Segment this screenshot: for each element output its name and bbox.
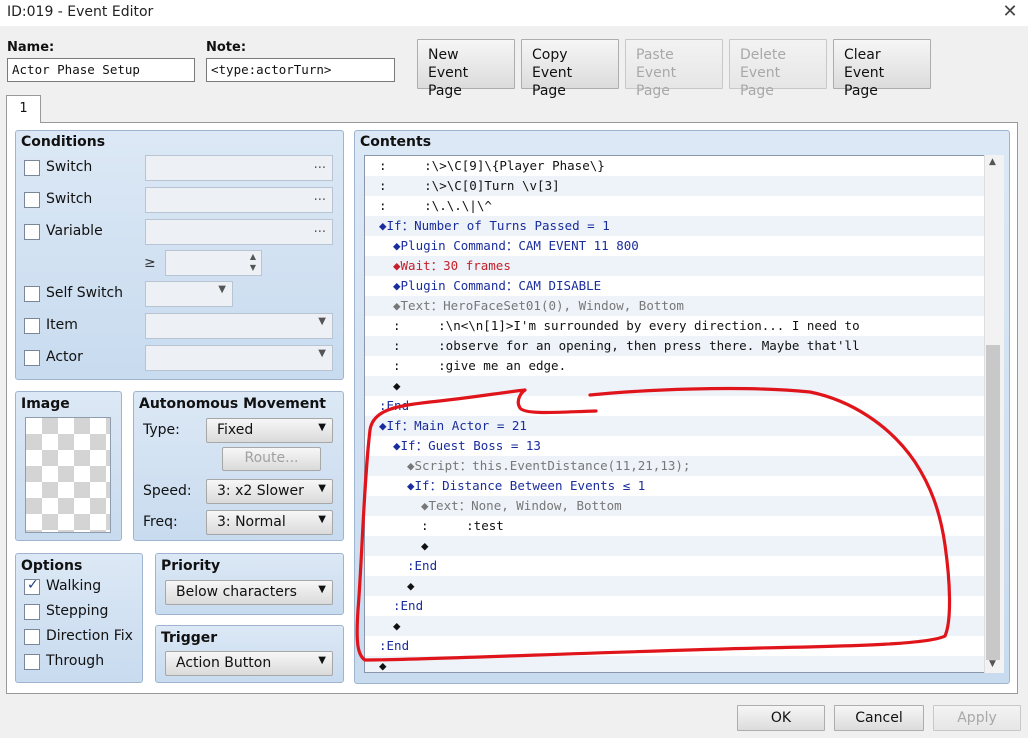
ok-button[interactable]: OK <box>737 705 825 731</box>
apply-button[interactable]: Apply <box>933 705 1021 731</box>
cancel-button[interactable]: Cancel <box>834 705 924 731</box>
red-annotation-loop <box>355 386 952 662</box>
